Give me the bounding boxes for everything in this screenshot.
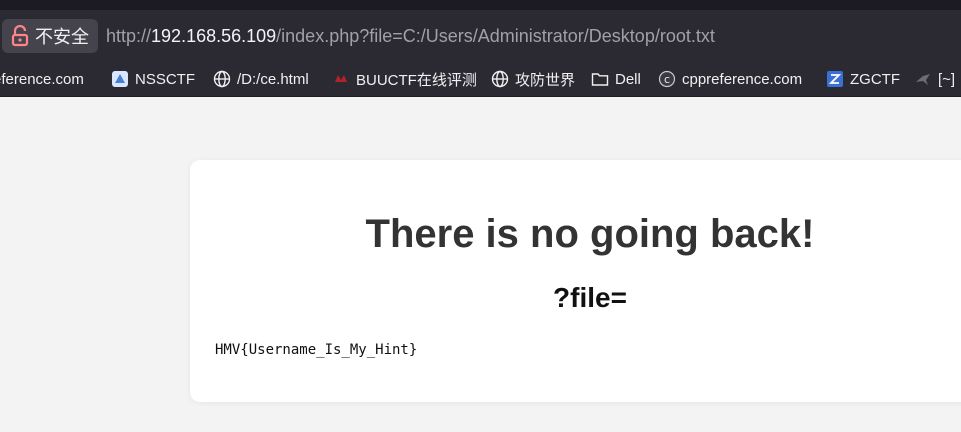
bird-icon	[914, 70, 932, 88]
nssctf-icon	[111, 70, 129, 88]
url-path: /index.php?file=C:/Users/Administrator/D…	[276, 26, 715, 46]
globe-icon	[491, 70, 509, 88]
bookmarks-toolbar: eference.com NSSCTF /D:/ce.html BUUCTF在线…	[0, 62, 961, 97]
buuctf-icon	[332, 70, 350, 88]
content-card: There is no going back! ?file= HMV{Usern…	[190, 160, 961, 402]
url-text[interactable]: http://192.168.56.109/index.php?file=C:/…	[106, 26, 715, 47]
bookmark-label: Dell	[615, 70, 641, 88]
bookmark-label: cppreference.com	[682, 70, 803, 88]
address-bar[interactable]: 不安全 http://192.168.56.109/index.php?file…	[0, 12, 961, 62]
bookmark-label: ZGCTF	[850, 70, 900, 88]
bookmark-label: BUUCTF在线评测	[356, 71, 477, 89]
bookmark-partial[interactable]: [~]	[914, 62, 955, 96]
folder-icon	[591, 70, 609, 88]
bookmark-folder-dell[interactable]: Dell	[591, 62, 641, 96]
bookmark-cppreference[interactable]: c cppreference.com	[658, 62, 802, 96]
page-subheading: ?file=	[553, 282, 627, 313]
bookmark-local-file[interactable]: /D:/ce.html	[213, 62, 309, 96]
page-heading: There is no going back!	[365, 212, 815, 256]
svg-text:c: c	[664, 73, 670, 86]
bookmark-adworld[interactable]: 攻防世界	[491, 62, 575, 96]
bookmark-nssctf[interactable]: NSSCTF	[111, 62, 195, 96]
url-scheme: http://	[106, 26, 152, 46]
bookmark-cppreference-partial[interactable]: eference.com	[0, 62, 84, 96]
bookmark-label: /D:/ce.html	[237, 70, 309, 88]
bookmark-label: NSSCTF	[135, 70, 195, 88]
unlocked-padlock-icon	[11, 25, 29, 47]
security-indicator-button[interactable]: 不安全	[2, 19, 98, 53]
bookmark-label: eference.com	[0, 70, 84, 88]
file-output: HMV{Username_Is_My_Hint}	[215, 342, 418, 358]
security-label: 不安全	[35, 27, 89, 47]
bookmark-label: 攻防世界	[515, 71, 576, 89]
bookmark-buuctf[interactable]: BUUCTF在线评测	[332, 62, 477, 96]
window-top-strip	[0, 0, 961, 12]
cppreference-icon: c	[658, 70, 676, 88]
bookmark-label: [~]	[938, 70, 956, 88]
globe-icon	[213, 70, 231, 88]
zgctf-icon	[826, 70, 844, 88]
url-host: 192.168.56.109	[151, 26, 277, 46]
bookmark-zgctf[interactable]: ZGCTF	[826, 62, 900, 96]
